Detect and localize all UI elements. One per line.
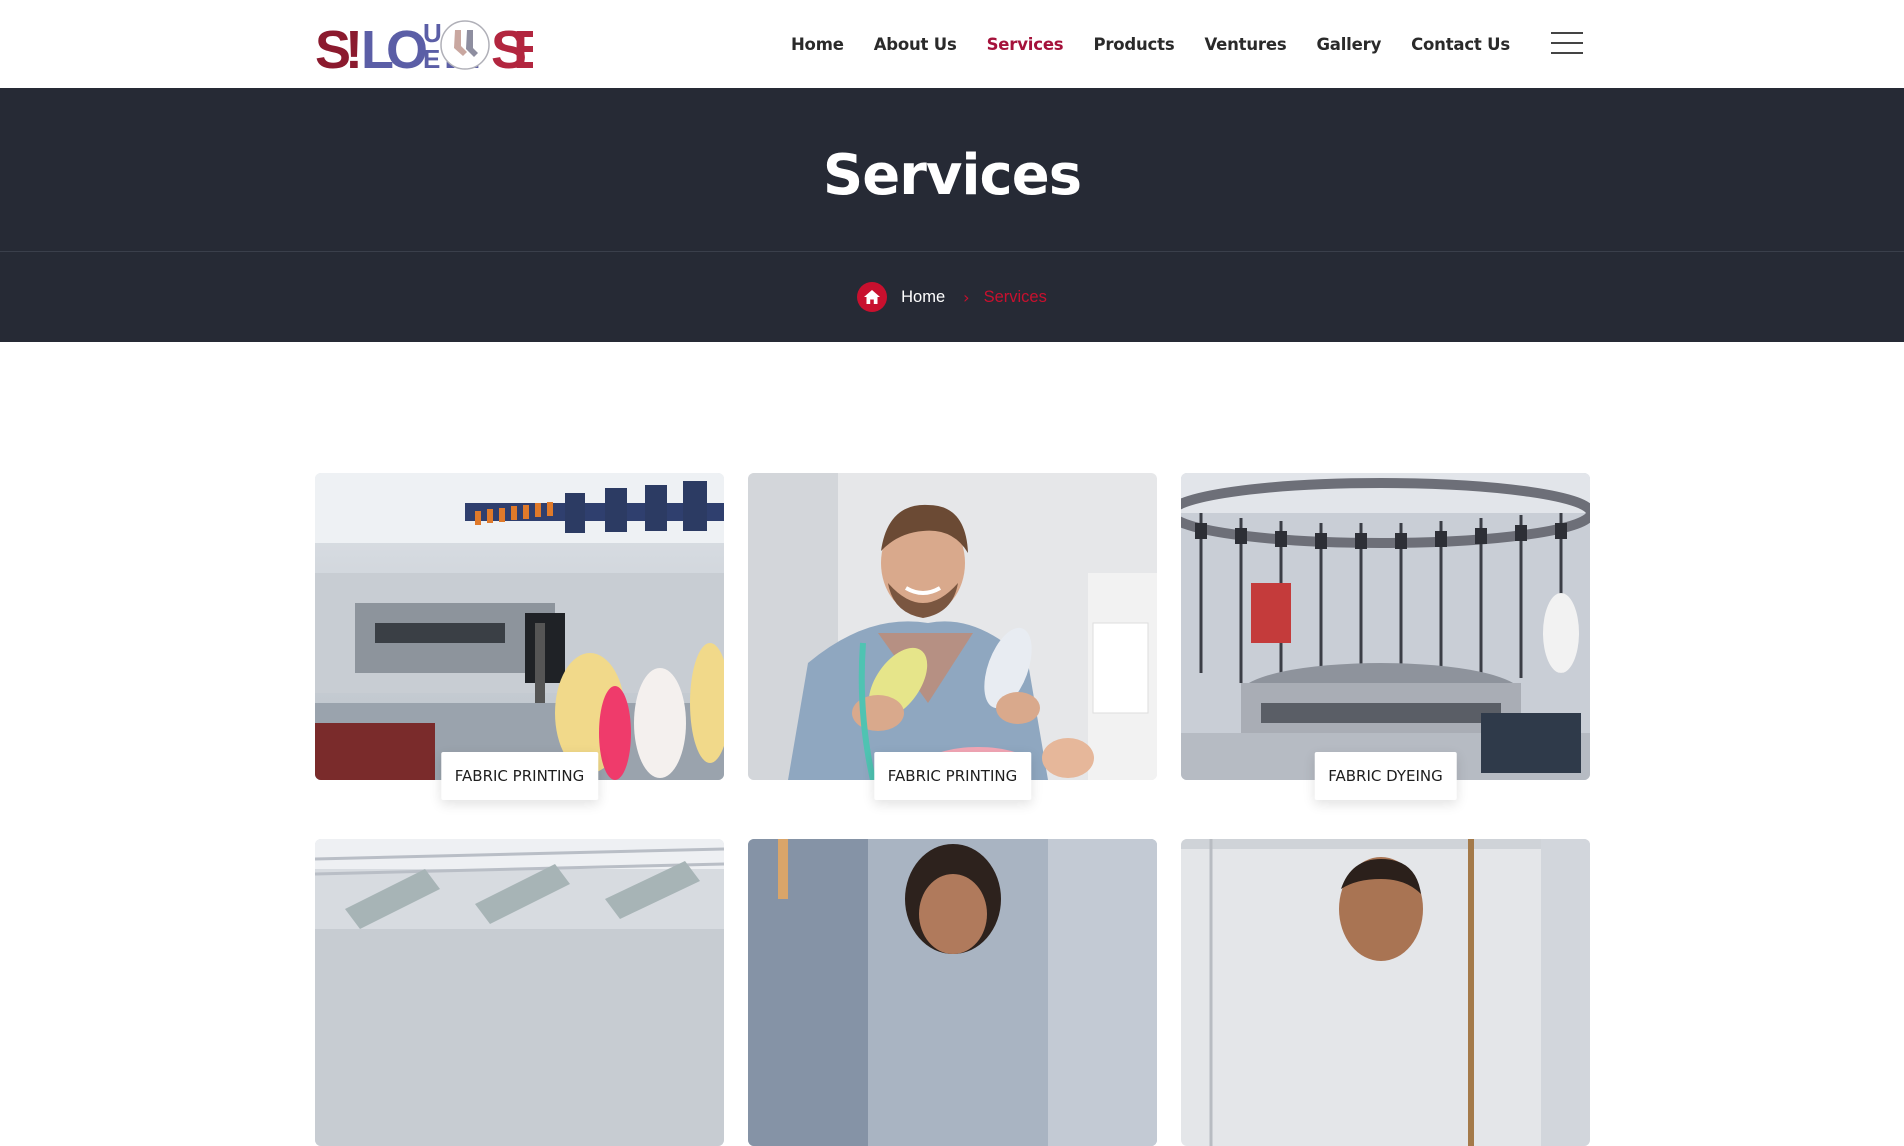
svg-text:E: E: [513, 20, 533, 74]
home-icon[interactable]: [857, 282, 888, 312]
service-image-thread-machine: [315, 473, 724, 780]
service-card[interactable]: [315, 839, 724, 1146]
nav-services[interactable]: Services: [987, 35, 1064, 54]
service-label: FABRIC DYEING: [1314, 752, 1457, 800]
hamburger-line: [1551, 32, 1583, 34]
service-card[interactable]: [1181, 839, 1590, 1146]
service-image-knitting-machine: [1181, 473, 1590, 780]
breadcrumb: Home › Services: [0, 282, 1904, 312]
site-header: S ! L O U E H S E Home About Us Services…: [0, 0, 1904, 88]
service-image-woman-worker: [748, 839, 1157, 1146]
service-image-factory-ceiling: [315, 839, 724, 1146]
svg-text:E: E: [423, 44, 440, 74]
service-card[interactable]: FABRIC DYEING: [1181, 473, 1590, 800]
site-logo[interactable]: S ! L O U E H S E: [315, 18, 533, 74]
nav-contact-us[interactable]: Contact Us: [1411, 35, 1510, 54]
service-image-man-worker: [1181, 839, 1590, 1146]
logo-image: S ! L O U E H S E: [315, 18, 533, 74]
hamburger-line: [1551, 42, 1583, 44]
svg-text:O: O: [386, 20, 428, 74]
page-banner: Services Home › Services: [0, 88, 1904, 342]
hamburger-icon[interactable]: [1551, 32, 1583, 54]
page-title: Services: [822, 143, 1082, 208]
service-image-man-thread: [748, 473, 1157, 780]
hamburger-line: [1551, 52, 1583, 54]
breadcrumb-home-link[interactable]: Home: [901, 288, 945, 307]
home-icon-glyph: [864, 290, 881, 304]
main-nav: Home About Us Services Products Ventures…: [791, 0, 1510, 88]
service-label: FABRIC PRINTING: [440, 752, 599, 800]
nav-products[interactable]: Products: [1093, 35, 1174, 54]
banner-divider: [0, 251, 1904, 252]
breadcrumb-current: Services: [983, 287, 1047, 306]
nav-ventures[interactable]: Ventures: [1204, 35, 1286, 54]
service-card[interactable]: [748, 839, 1157, 1146]
nav-about-us[interactable]: About Us: [874, 35, 957, 54]
breadcrumb-separator-icon: ›: [963, 287, 970, 307]
service-card[interactable]: FABRIC PRINTING: [748, 473, 1157, 800]
service-card[interactable]: FABRIC PRINTING: [315, 473, 724, 800]
nav-gallery[interactable]: Gallery: [1316, 35, 1381, 54]
service-label: FABRIC PRINTING: [873, 752, 1032, 800]
nav-home[interactable]: Home: [791, 35, 844, 54]
